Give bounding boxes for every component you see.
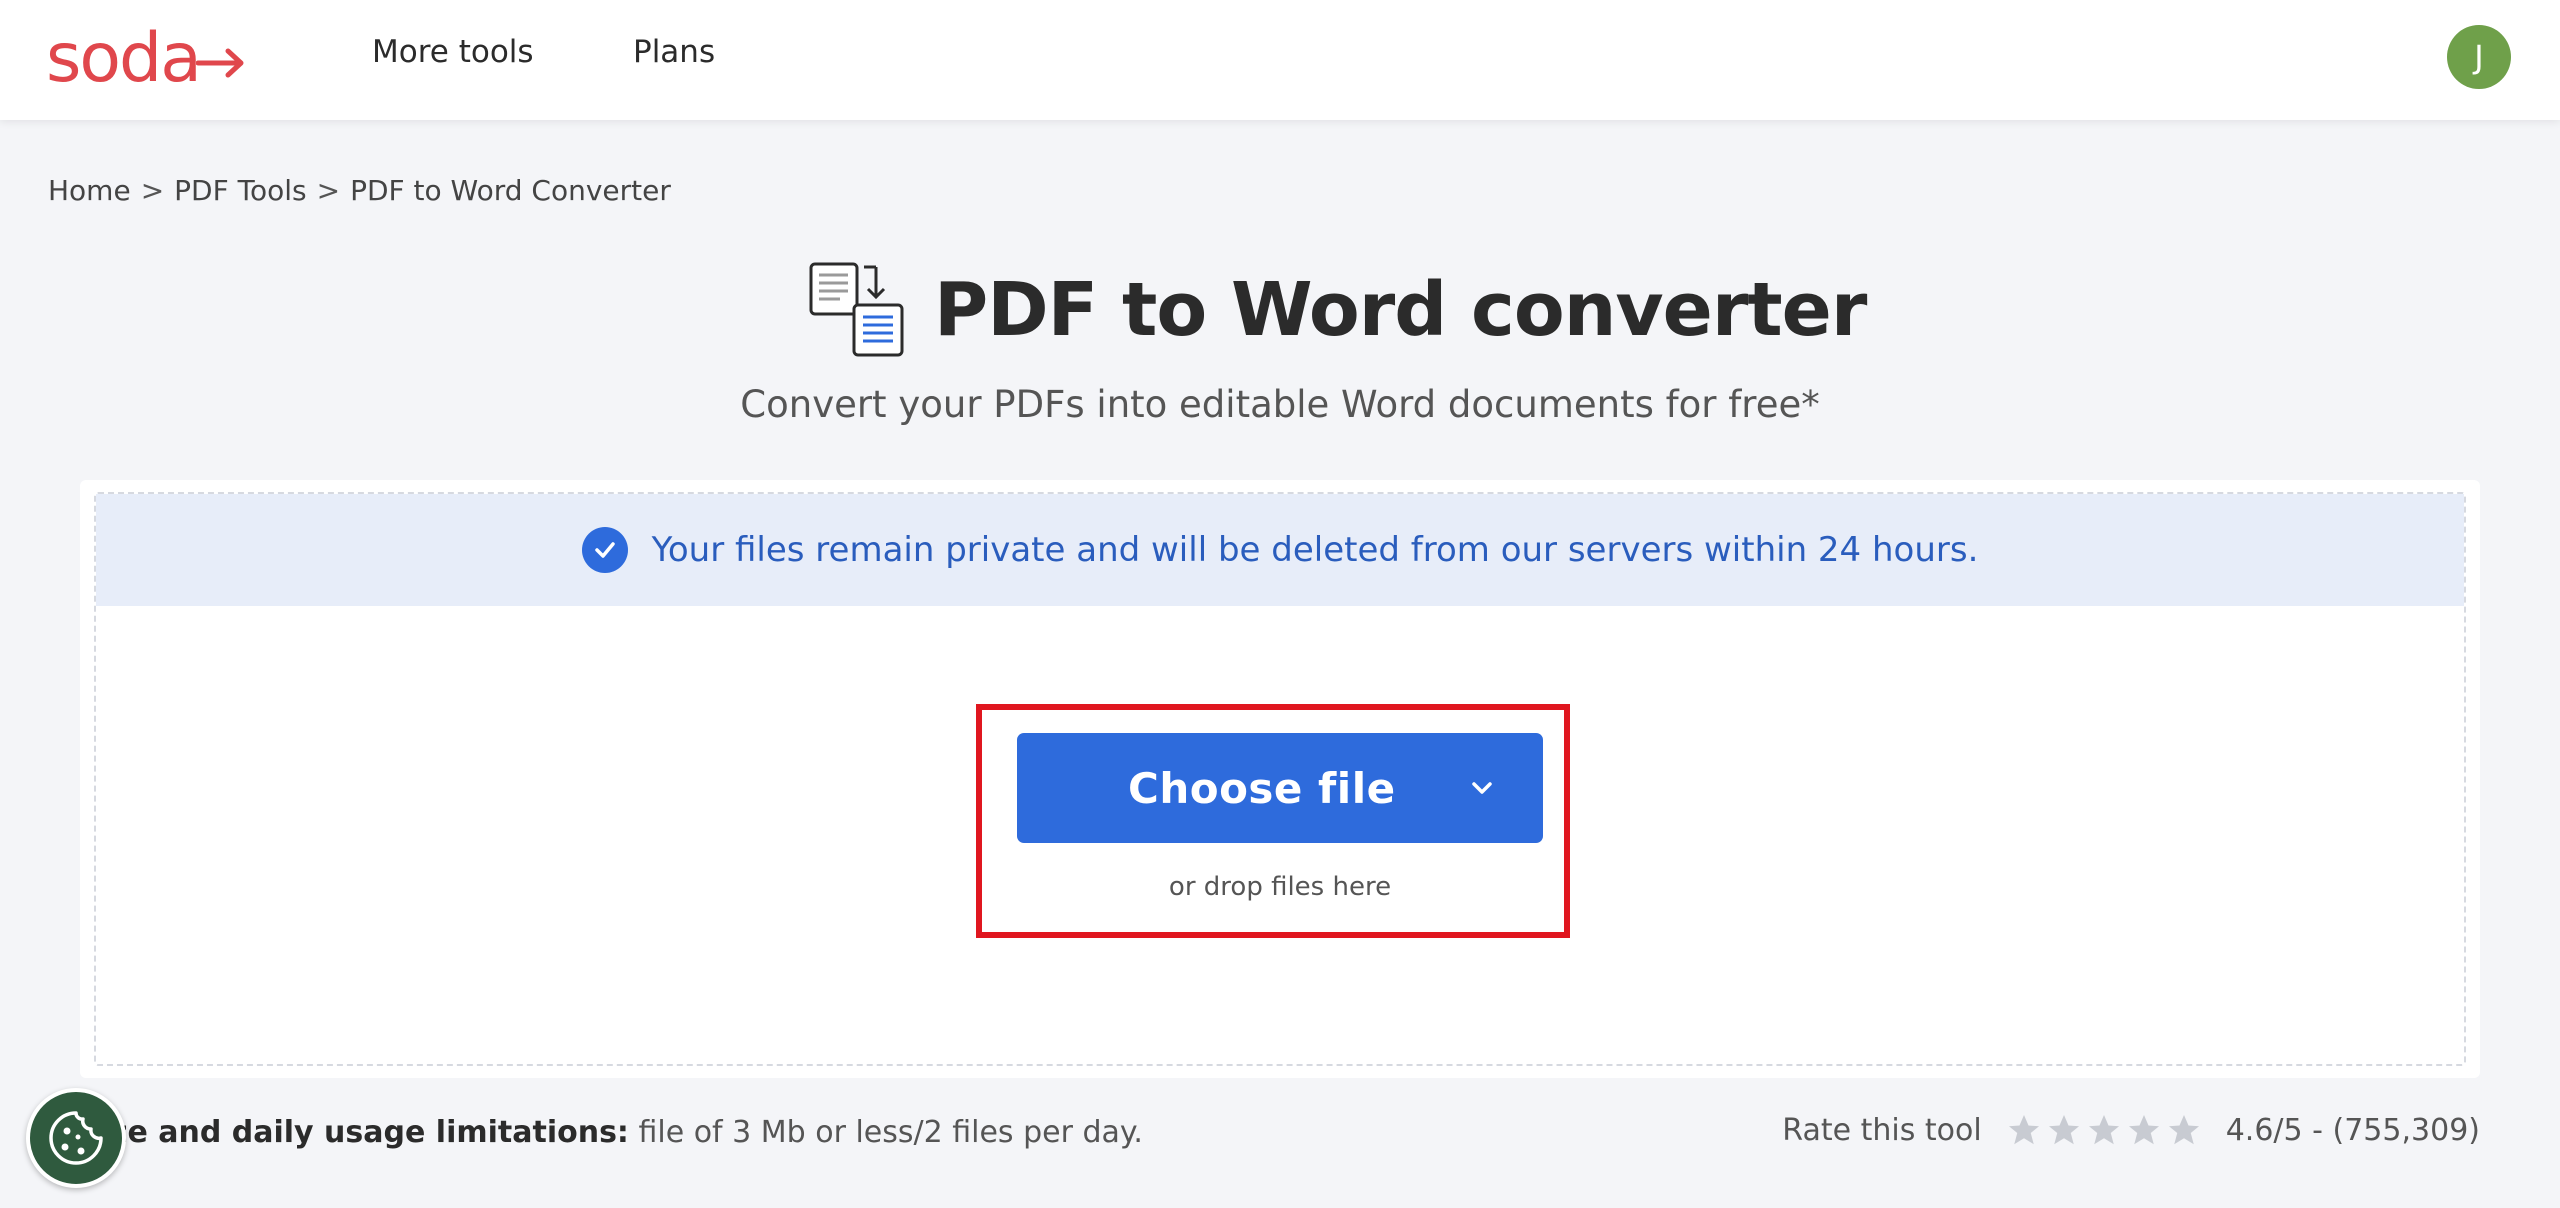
rate-tool-label: Rate this tool (1782, 1112, 1982, 1148)
rating-row: Rate this tool 4.6/5 - (755,309) (1782, 1112, 2480, 1148)
usage-limits-label: ze and daily usage limitations: (110, 1115, 629, 1150)
breadcrumb-separator: > (316, 174, 341, 207)
breadcrumb-current: PDF to Word Converter (350, 174, 671, 207)
choose-file-button[interactable]: Choose file (1017, 733, 1543, 843)
choose-file-label: Choose file (1128, 763, 1396, 813)
chevron-down-icon[interactable] (1469, 775, 1495, 801)
page-subtitle: Convert your PDFs into editable Word doc… (740, 383, 1820, 426)
nav-more-tools[interactable]: More tools (372, 34, 534, 70)
cookie-icon (49, 1111, 103, 1165)
document-convert-icon (809, 262, 904, 357)
nav-plans[interactable]: Plans (633, 34, 715, 70)
star-icon[interactable] (2126, 1112, 2162, 1148)
usage-limits-value: file of 3 Mb or less/2 files per day. (638, 1115, 1143, 1150)
privacy-notice-bar: Your files remain private and will be de… (96, 494, 2464, 606)
usage-limits: ze and daily usage limitations: file of … (110, 1115, 1143, 1150)
rating-value: 4.6/5 - (755,309) (2225, 1112, 2480, 1148)
star-icon[interactable] (2086, 1112, 2122, 1148)
cookie-settings-button[interactable] (26, 1088, 126, 1188)
check-circle-icon (581, 527, 628, 573)
rating-stars (2006, 1112, 2202, 1148)
title-row: PDF to Word converter (808, 260, 1867, 360)
user-avatar[interactable]: J (2447, 25, 2511, 89)
logo-text: soda (46, 18, 202, 98)
breadcrumb-pdf-tools[interactable]: PDF Tools (174, 174, 306, 207)
star-icon[interactable] (2046, 1112, 2082, 1148)
breadcrumb: Home > PDF Tools > PDF to Word Converter (48, 174, 671, 207)
arrow-right-icon (195, 48, 244, 78)
star-icon[interactable] (2166, 1112, 2202, 1148)
page-title: PDF to Word converter (934, 267, 1867, 353)
breadcrumb-home[interactable]: Home (48, 174, 131, 207)
soda-logo[interactable]: soda (46, 18, 246, 98)
star-icon[interactable] (2006, 1112, 2042, 1148)
drop-files-hint: or drop files here (1168, 872, 1392, 902)
top-header: soda More tools Plans J (0, 0, 2560, 120)
privacy-notice-text: Your files remain private and will be de… (651, 530, 1979, 570)
breadcrumb-separator: > (140, 174, 165, 207)
